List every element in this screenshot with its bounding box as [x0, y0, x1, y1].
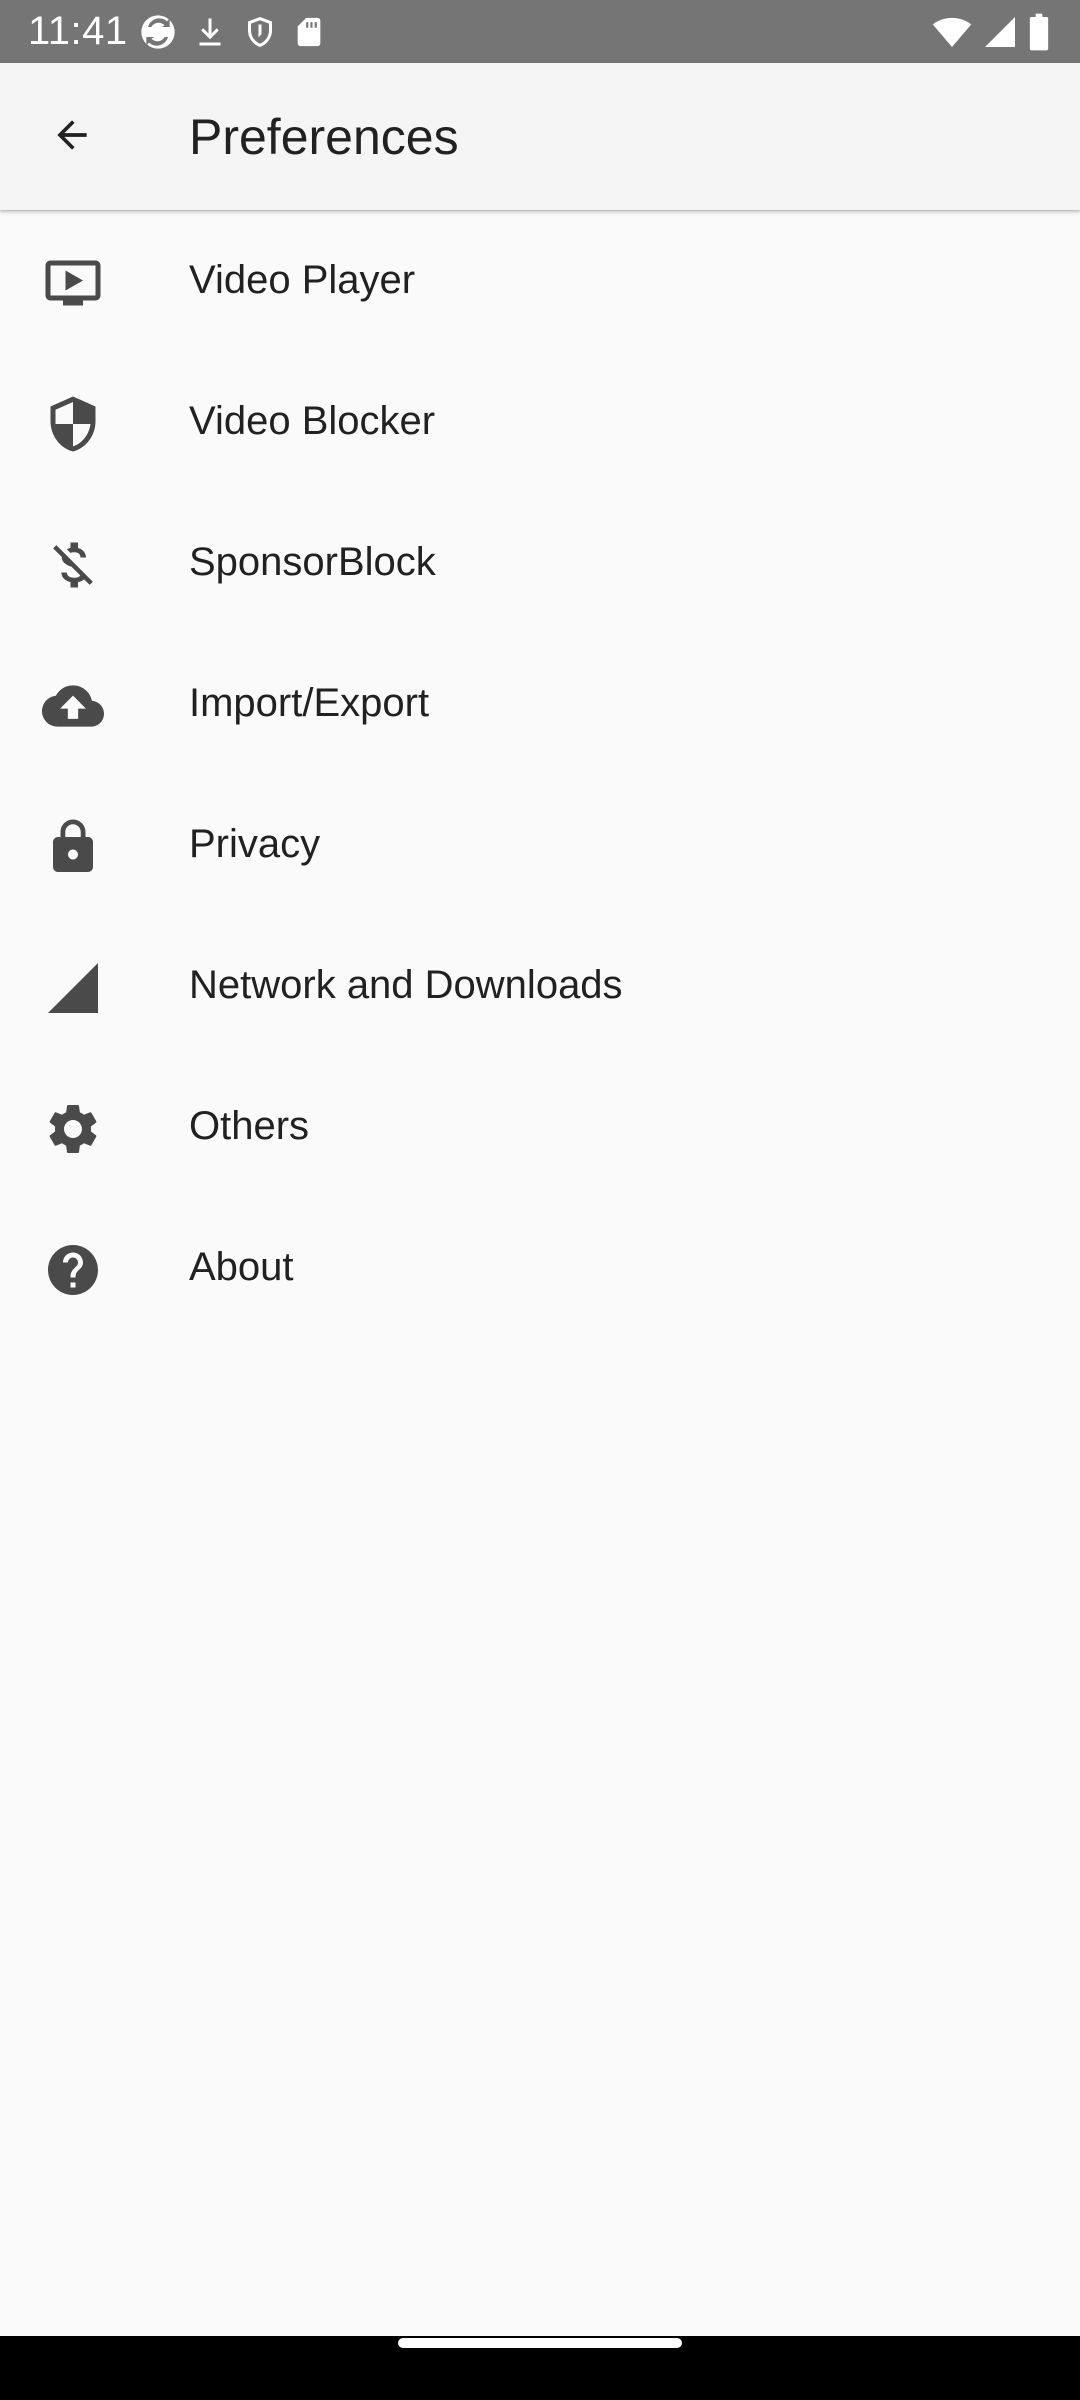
- signal-icon: [42, 957, 104, 1019]
- pref-item-label: Privacy: [189, 822, 321, 866]
- tv-play-icon: [42, 252, 104, 314]
- home-gesture-handle[interactable]: [398, 2338, 682, 2348]
- sd-card-icon: [292, 12, 326, 52]
- arrow-back-icon: [50, 113, 94, 162]
- battery-icon: [1028, 12, 1050, 52]
- pref-item-label: Video Blocker: [189, 399, 436, 443]
- pref-item-label: SponsorBlock: [189, 540, 436, 584]
- cell-signal-icon: [982, 12, 1018, 52]
- money-off-icon: [42, 534, 104, 596]
- pref-item-network-downloads[interactable]: Network and Downloads: [0, 915, 1080, 1056]
- help-icon: [42, 1239, 104, 1301]
- pref-item-privacy[interactable]: Privacy: [0, 774, 1080, 915]
- status-system-icons: [932, 10, 1050, 54]
- status-bar: 11:41: [0, 0, 1080, 63]
- shield-outline-icon: [242, 12, 278, 52]
- app-bar: Preferences: [0, 63, 1080, 210]
- sync-icon: [138, 12, 178, 52]
- lock-icon: [42, 816, 104, 878]
- pref-item-label: Import/Export: [189, 681, 430, 725]
- status-notification-icons: [138, 10, 326, 54]
- pref-item-label: Others: [189, 1104, 310, 1148]
- pref-item-import-export[interactable]: Import/Export: [0, 633, 1080, 774]
- pref-item-video-player[interactable]: Video Player: [0, 210, 1080, 351]
- pref-item-about[interactable]: About: [0, 1197, 1080, 1338]
- pref-item-label: About: [189, 1245, 294, 1289]
- back-button[interactable]: [24, 89, 120, 185]
- pref-item-sponsorblock[interactable]: SponsorBlock: [0, 492, 1080, 633]
- navigation-bar: [0, 2336, 1080, 2400]
- pref-item-video-blocker[interactable]: Video Blocker: [0, 351, 1080, 492]
- page-title: Preferences: [189, 109, 459, 165]
- gear-icon: [42, 1098, 104, 1160]
- pref-item-label: Network and Downloads: [189, 963, 623, 1007]
- status-time: 11:41: [28, 9, 128, 53]
- pref-item-others[interactable]: Others: [0, 1056, 1080, 1197]
- cloud-upload-icon: [42, 675, 104, 737]
- shield-icon: [42, 393, 104, 455]
- wifi-icon: [932, 12, 972, 52]
- preferences-list: Video Player Video Blocker SponsorBlock …: [0, 210, 1080, 1338]
- pref-item-label: Video Player: [189, 258, 416, 302]
- download-icon: [192, 12, 228, 52]
